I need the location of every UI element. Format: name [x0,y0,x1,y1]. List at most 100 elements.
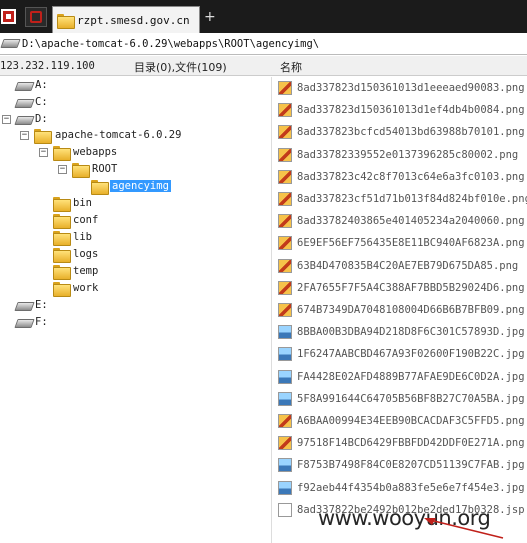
png-file-icon [278,214,292,229]
address-bar[interactable]: D:\apache-tomcat-6.0.29\webapps\ROOT\age… [0,33,527,55]
folder-icon [53,146,71,161]
file-row[interactable]: 674B7349DA7048108004D66B6B7BFB09.png [278,302,526,319]
jpg-file-icon [278,369,292,384]
blank-file-icon [278,502,292,517]
folder-icon [53,282,71,297]
tree-folder-logs[interactable]: logs [0,247,260,263]
address-path[interactable]: D:\apache-tomcat-6.0.29\webapps\ROOT\age… [22,38,319,50]
tab-active[interactable]: rzpt.smesd.gov.cn [52,6,200,33]
tree-folder-root[interactable]: − ROOT [0,162,260,178]
png-file-icon [278,258,292,273]
tree-drive-f[interactable]: F: [0,315,260,331]
tree-folder-work[interactable]: work [0,281,260,297]
file-row[interactable]: 8ad337823bcfcd54013bd63988b70101.png [278,124,526,141]
file-name: 8ad337823cf51d71b013f84d824bf010e.png [297,193,527,205]
folder-open-icon [91,180,109,195]
tree-label: work [73,282,99,294]
folder-icon [57,14,75,29]
png-file-icon [278,125,292,140]
tree-label: E: [35,299,48,311]
tree-label: F: [35,316,48,328]
file-row[interactable]: 97518F14BCD6429FBBFDD42DDF0E271A.png [278,435,526,452]
tree-label: apache-tomcat-6.0.29 [55,129,182,141]
tree-label: ROOT [92,163,118,175]
folder-icon [72,163,90,178]
png-file-icon [278,81,292,95]
png-file-icon [278,169,292,184]
tree-folder-webapps[interactable]: − webapps [0,145,260,161]
file-name: 8ad337823d150361013d1ef4db4b0084.png [297,104,525,117]
file-row[interactable]: 8ad337823d150361013d1eeeaed90083.png [278,80,526,97]
collapse-toggle-icon[interactable]: − [58,165,67,174]
png-file-icon [278,303,292,317]
jpg-file-icon [278,347,292,362]
folder-icon [53,265,71,280]
png-file-icon [278,192,292,206]
png-file-icon [278,280,292,295]
tree-label: lib [73,231,92,243]
tree-label: C: [35,96,48,108]
tree-folder-bin[interactable]: bin [0,196,260,212]
file-name: 2FA7655F7F5A4C388AF7BBD5B29024D6.png [297,281,525,294]
collapse-toggle-icon[interactable]: − [2,115,11,124]
file-name: 8ad337823d150361013d1eeeaed90083.png [297,82,525,94]
info-bar: 123.232.119.100 目录(0),文件(109) 名称 [0,56,527,76]
file-row[interactable]: 63B4D470835B4C20AE7EB79D675DA85.png [278,258,526,275]
file-name: f92aeb44f4354b0a883fe5e6e7f454e3.jpg [297,481,525,494]
file-name: 674B7349DA7048108004D66B6B7BFB09.png [297,304,525,316]
folder-tree: A: C: − D: − apache-tomcat-6.0.29 − weba… [0,77,272,543]
tree-folder-conf[interactable]: conf [0,213,260,229]
drive-icon [16,98,32,107]
new-tab-button[interactable]: + [204,9,216,25]
tree-folder-lib[interactable]: lib [0,230,260,246]
tree-drive-a[interactable]: A: [0,78,260,94]
tree-folder-temp[interactable]: temp [0,264,260,280]
tab-title: rzpt.smesd.gov.cn [77,14,190,27]
file-row[interactable]: A6BAA00994E34EEB90BCACDAF3C5FFD5.png [278,413,526,430]
jpg-file-icon [278,325,292,340]
png-file-icon [278,147,292,162]
file-list: 8ad337823d150361013d1eeeaed90083.png 8ad3… [273,77,527,543]
tree-label: bin [73,197,92,209]
file-row[interactable]: 8ad337823c42c8f7013c64e6a3fc0103.png [278,169,526,186]
file-row[interactable]: 8ad33782339552e0137396285c80002.png [278,147,526,164]
file-row[interactable]: 8ad337823cf51d71b013f84d824bf010e.png [278,191,527,208]
jpg-file-icon [278,480,292,495]
file-row[interactable]: f92aeb44f4354b0a883fe5e6e7f454e3.jpg [278,480,526,497]
server-ip: 123.232.119.100 [0,60,95,72]
file-row[interactable]: FA4428E02AFD4889B77AFAE9DE6C0D2A.jpg [278,369,526,386]
file-row[interactable]: 8BBA00B3DBA94D218D8F6C301C57893D.jpg [278,324,526,341]
tree-folder-agencyimg[interactable]: agencyimg [0,179,260,195]
collapse-toggle-icon[interactable]: − [20,131,29,140]
file-row[interactable]: 8ad337823d150361013d1ef4db4b0084.png [278,102,526,119]
tree-label: logs [73,248,99,260]
png-file-icon [278,436,292,451]
jpg-file-icon [278,391,292,406]
file-name: 97518F14BCD6429FBBFDD42DDF0E271A.png [297,437,525,450]
folder-icon [34,129,52,144]
file-row[interactable]: 6E9EF56EF756435E8E11BC940AF6823A.png [278,235,526,252]
file-row[interactable]: 5F8A991644C64705B56BF8B27C70A5BA.jpg [278,391,526,408]
file-row[interactable]: 2FA7655F7F5A4C388AF7BBD5B29024D6.png [278,280,526,297]
tree-label: D: [35,113,48,125]
tree-folder-tomcat[interactable]: − apache-tomcat-6.0.29 [0,128,260,144]
file-name: FA4428E02AFD4889B77AFAE9DE6C0D2A.jpg [297,370,525,383]
app-icon[interactable] [1,9,16,24]
tab-bar: rzpt.smesd.gov.cn + [0,0,527,33]
drive-icon [16,115,32,124]
file-name: 6E9EF56EF756435E8E11BC940AF6823A.png [297,237,525,250]
folder-icon [53,214,71,229]
inactive-tab-icon[interactable] [25,7,47,27]
tree-drive-c[interactable]: C: [0,95,260,111]
collapse-toggle-icon[interactable]: − [39,148,48,157]
tree-drive-d[interactable]: − D: [0,112,260,128]
tree-label: agencyimg [110,180,171,192]
file-name: 8ad337823bcfcd54013bd63988b70101.png [297,126,525,139]
folder-icon [53,197,71,212]
file-row[interactable]: 8ad33782403865e401405234a2040060.png [278,213,526,230]
tree-drive-e[interactable]: E: [0,298,260,314]
file-row[interactable]: 1F6247AABCBD467A93F02600F190B22C.jpg [278,346,526,363]
name-column-header[interactable]: 名称 [280,59,302,75]
directory-file-count: 目录(0),文件(109) [134,61,227,74]
file-row[interactable]: F8753B7498F84C0E8207CD51139C7FAB.jpg [278,457,526,474]
